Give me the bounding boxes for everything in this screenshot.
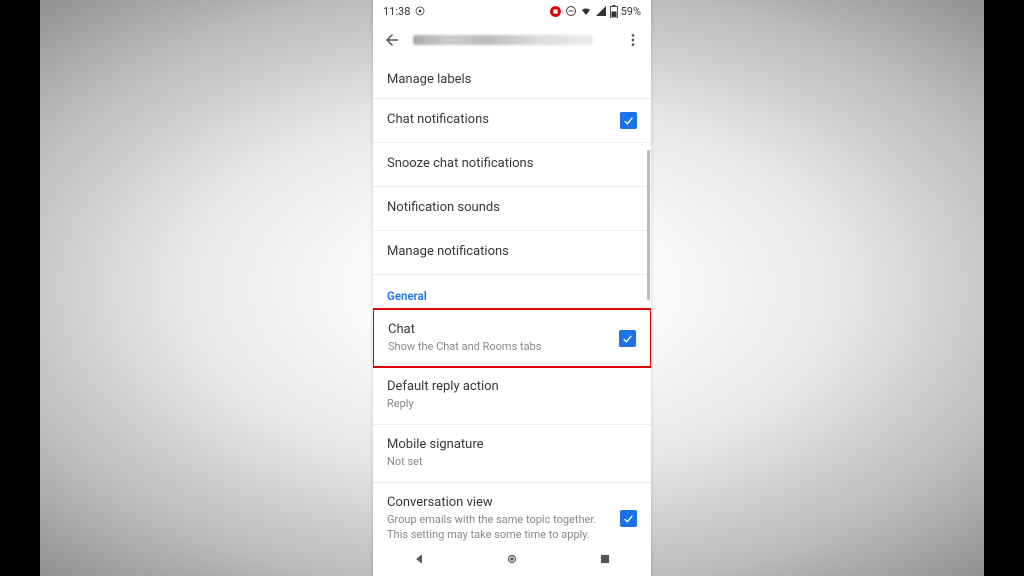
nav-back-icon[interactable]: [412, 552, 426, 566]
setting-label: Mobile signature: [387, 437, 637, 454]
wifi-icon: [580, 5, 592, 17]
setting-subtitle: Reply: [387, 397, 637, 412]
account-title-blurred: [413, 35, 593, 45]
setting-label: Manage notifications: [387, 244, 637, 261]
setting-subtitle: Show the Chat and Rooms tabs: [388, 340, 611, 355]
setting-default-reply[interactable]: Default reply action Reply: [373, 367, 651, 425]
target-icon: [414, 5, 426, 17]
setting-notification-sounds[interactable]: Notification sounds: [373, 187, 651, 231]
checkbox-checked-icon[interactable]: [619, 330, 636, 347]
nav-recent-icon[interactable]: [598, 552, 612, 566]
status-time: 11:38: [383, 5, 410, 18]
scrollbar[interactable]: [647, 150, 650, 300]
back-arrow-icon[interactable]: [383, 31, 401, 49]
rec-icon: [549, 5, 562, 18]
nav-home-icon[interactable]: [505, 552, 519, 566]
setting-mobile-signature[interactable]: Mobile signature Not set: [373, 425, 651, 483]
setting-manage-notifications[interactable]: Manage notifications: [373, 231, 651, 275]
app-bar: [373, 22, 651, 58]
setting-subtitle: Group emails with the same topic togethe…: [387, 513, 612, 542]
checkbox-checked-icon[interactable]: [620, 510, 637, 527]
setting-label: Chat notifications: [387, 112, 612, 129]
setting-chat-notifications[interactable]: Chat notifications: [373, 99, 651, 143]
setting-conversation-view[interactable]: Conversation view Group emails with the …: [373, 483, 651, 542]
phone-screen: 11:38 59% Manage labels Chat notificatio…: [373, 0, 651, 576]
checkbox-checked-icon[interactable]: [620, 112, 637, 129]
nav-bar: [373, 542, 651, 576]
battery-icon: [610, 5, 618, 18]
setting-chat[interactable]: Chat Show the Chat and Rooms tabs: [373, 308, 651, 369]
battery-text: 59%: [621, 5, 641, 18]
setting-label: Notification sounds: [387, 200, 637, 217]
setting-label: Manage labels: [387, 72, 637, 89]
setting-label: Chat: [388, 322, 611, 339]
more-vert-icon[interactable]: [625, 32, 641, 48]
setting-subtitle: Not set: [387, 455, 637, 470]
setting-snooze-chat[interactable]: Snooze chat notifications: [373, 143, 651, 187]
setting-label: Default reply action: [387, 379, 637, 396]
setting-label: Conversation view: [387, 495, 612, 512]
section-header-general: General: [373, 275, 651, 309]
setting-manage-labels[interactable]: Manage labels: [373, 58, 651, 98]
setting-label: Snooze chat notifications: [387, 156, 637, 173]
status-bar: 11:38 59%: [373, 0, 651, 22]
dnd-icon: [565, 5, 577, 17]
settings-list: Manage labels Chat notifications Snooze …: [373, 58, 651, 542]
signal-icon: [595, 5, 607, 17]
